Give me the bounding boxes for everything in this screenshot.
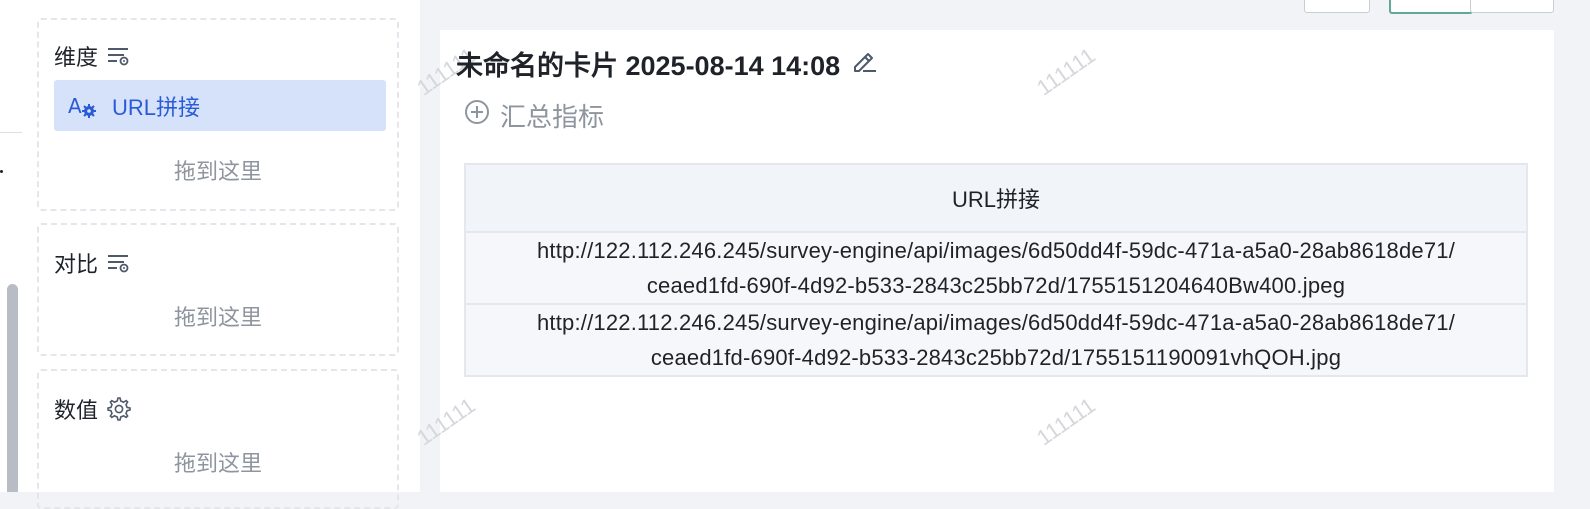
- left-nav-strip: [0, 0, 23, 492]
- table-cell[interactable]: http://122.112.246.245/survey-engine/api…: [464, 231, 1528, 305]
- collapsed-indicator: [0, 170, 3, 173]
- table-header-row: URL拼接: [464, 163, 1528, 233]
- dimension-drop-zone[interactable]: 维度 A URL拼接 拖到这里: [37, 18, 399, 211]
- dimension-field-chip[interactable]: A URL拼接: [54, 80, 386, 131]
- values-drop-zone[interactable]: 数值 拖到这里: [37, 369, 399, 509]
- watermark: 111111: [1032, 392, 1100, 451]
- filter-settings-icon[interactable]: [106, 252, 130, 274]
- table-cell[interactable]: http://122.112.246.245/survey-engine/api…: [464, 303, 1528, 377]
- card-title: 未命名的卡片 2025-08-14 14:08: [456, 44, 878, 83]
- svg-text:A: A: [68, 94, 82, 118]
- values-header: 数值: [54, 393, 132, 425]
- add-metric-label: 汇总指标: [500, 102, 605, 132]
- filter-settings-icon[interactable]: [106, 45, 130, 67]
- gear-icon[interactable]: [106, 396, 132, 422]
- data-table: URL拼接 http://122.112.246.245/survey-engi…: [464, 163, 1528, 377]
- plus-circle-icon: [464, 99, 490, 132]
- scrollbar[interactable]: [7, 284, 18, 492]
- cell-text-line: ceaed1fd-690f-4d92-b533-2843c25bb72d/175…: [646, 273, 1346, 298]
- comparison-drop-zone[interactable]: 对比 拖到这里: [37, 223, 399, 356]
- comparison-header: 对比: [54, 247, 130, 279]
- dimension-label: 维度: [54, 45, 99, 70]
- column-header-url[interactable]: URL拼接: [464, 163, 1528, 233]
- cell-text-line: ceaed1fd-690f-4d92-b533-2843c25bb72d/175…: [650, 345, 1342, 370]
- watermark: 111111: [1032, 42, 1100, 101]
- table-row: http://122.112.246.245/survey-engine/api…: [464, 303, 1528, 377]
- divider: [0, 132, 22, 133]
- add-metric-button[interactable]: 汇总指标: [464, 97, 604, 134]
- values-label: 数值: [54, 398, 99, 423]
- comparison-drop-hint: 拖到这里: [173, 305, 262, 330]
- pencil-edit-icon[interactable]: [850, 46, 878, 81]
- watermark: 111111: [412, 392, 480, 451]
- text-field-settings-icon: A: [68, 93, 98, 119]
- cell-text-line: http://122.112.246.245/survey-engine/api…: [536, 238, 1456, 263]
- dimension-chip-label: URL拼接: [112, 94, 201, 120]
- table-row: http://122.112.246.245/survey-engine/api…: [464, 231, 1528, 305]
- toolbar-toggle-active[interactable]: [1389, 0, 1473, 14]
- toolbar-toggle[interactable]: [1470, 0, 1554, 13]
- cell-text-line: http://122.112.246.245/survey-engine/api…: [536, 310, 1456, 335]
- values-drop-hint: 拖到这里: [173, 451, 262, 476]
- dimension-drop-hint: 拖到这里: [173, 159, 262, 184]
- comparison-label: 对比: [54, 252, 99, 277]
- dimension-header: 维度: [54, 40, 130, 72]
- chart-card: 111111 111111 111111 111111 未命名的卡片 2025-…: [412, 30, 1554, 492]
- card-title-text: 未命名的卡片 2025-08-14 14:08: [456, 51, 841, 81]
- config-panel: 维度 A URL拼接 拖到这里 对比 拖到这里 数值 拖到这里: [22, 0, 420, 509]
- toolbar-button[interactable]: [1304, 0, 1370, 13]
